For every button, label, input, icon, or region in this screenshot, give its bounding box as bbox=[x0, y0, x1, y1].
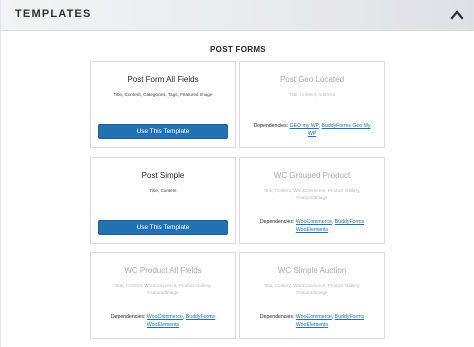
template-card: WC Simple Auction Title, Content, WooCom… bbox=[239, 252, 385, 339]
dependency-link[interactable]: WooCommerce bbox=[147, 314, 183, 320]
template-fields: Title, Content, WooCommerce, Product Gal… bbox=[263, 283, 361, 295]
template-fields: Title, Content, WooCommerce, Product Gal… bbox=[114, 283, 212, 295]
dependency-link[interactable]: GEO my WP bbox=[290, 123, 319, 129]
template-card: WC Product All Fields Title, Content, Wo… bbox=[90, 252, 236, 339]
dependencies-label: Dependencies: bbox=[259, 314, 295, 320]
template-title: Post Form All Fields bbox=[127, 75, 199, 84]
template-card: WC Grouped Product Title, Content, WooCo… bbox=[239, 157, 385, 244]
chevron-up-icon bbox=[450, 10, 464, 20]
template-fields: Title, Content, Categories, Tags, Featur… bbox=[113, 92, 213, 97]
dependencies-label: Dependencies: bbox=[253, 123, 289, 129]
dependency-link[interactable]: WooCommerce bbox=[296, 219, 332, 225]
collapse-button[interactable] bbox=[449, 8, 465, 22]
dependency-link[interactable]: BuddyForms bbox=[335, 314, 364, 320]
dependency-link[interactable]: WooElements bbox=[296, 227, 328, 233]
section-title: POST FORMS bbox=[210, 45, 266, 54]
template-fields: Title, Content, Address bbox=[288, 92, 336, 97]
dependencies-label: Dependencies: bbox=[259, 219, 295, 225]
template-title: WC Grouped Product bbox=[273, 171, 351, 180]
dependency-link[interactable]: WooElements bbox=[147, 322, 179, 328]
dependencies-label: Dependencies: bbox=[110, 314, 146, 320]
panel-title: TEMPLATES bbox=[15, 8, 92, 20]
template-fields: Title, Content, WooCommerce, Product Gal… bbox=[263, 188, 361, 200]
template-title: Post Geo Located bbox=[279, 75, 345, 84]
template-title: Post Simple bbox=[141, 171, 185, 180]
dependencies: Dependencies: WooCommerce, BuddyForms Wo… bbox=[259, 314, 365, 328]
template-card: Post Geo Located Title, Content, Address… bbox=[239, 61, 385, 148]
templates-panel: TEMPLATES POST FORMS Post Form All Field… bbox=[0, 0, 474, 347]
dependency-link[interactable]: WooCommerce bbox=[296, 314, 332, 320]
use-template-button[interactable]: Use This Template bbox=[98, 124, 228, 139]
dependency-link[interactable]: WooElements bbox=[296, 322, 328, 328]
dependencies: Dependencies: WooCommerce, BuddyForms Wo… bbox=[110, 314, 216, 328]
dependency-link[interactable]: BuddyForms bbox=[335, 219, 364, 225]
template-fields: Title, Content bbox=[149, 188, 177, 193]
dependencies: Dependencies: WooCommerce, BuddyForms Wo… bbox=[259, 219, 365, 233]
template-card: Post Simple Title, Content Use This Temp… bbox=[90, 157, 236, 244]
dependencies: Dependencies: GEO my WP, BuddyForms Geo … bbox=[253, 123, 371, 137]
template-title: WC Product All Fields bbox=[124, 266, 202, 275]
template-card: Post Form All Fields Title, Content, Cat… bbox=[90, 61, 236, 148]
template-title: WC Simple Auction bbox=[277, 266, 347, 275]
use-template-button[interactable]: Use This Template bbox=[98, 220, 228, 235]
panel-header: TEMPLATES bbox=[1, 0, 474, 31]
dependency-link[interactable]: BuddyForms bbox=[186, 314, 215, 320]
